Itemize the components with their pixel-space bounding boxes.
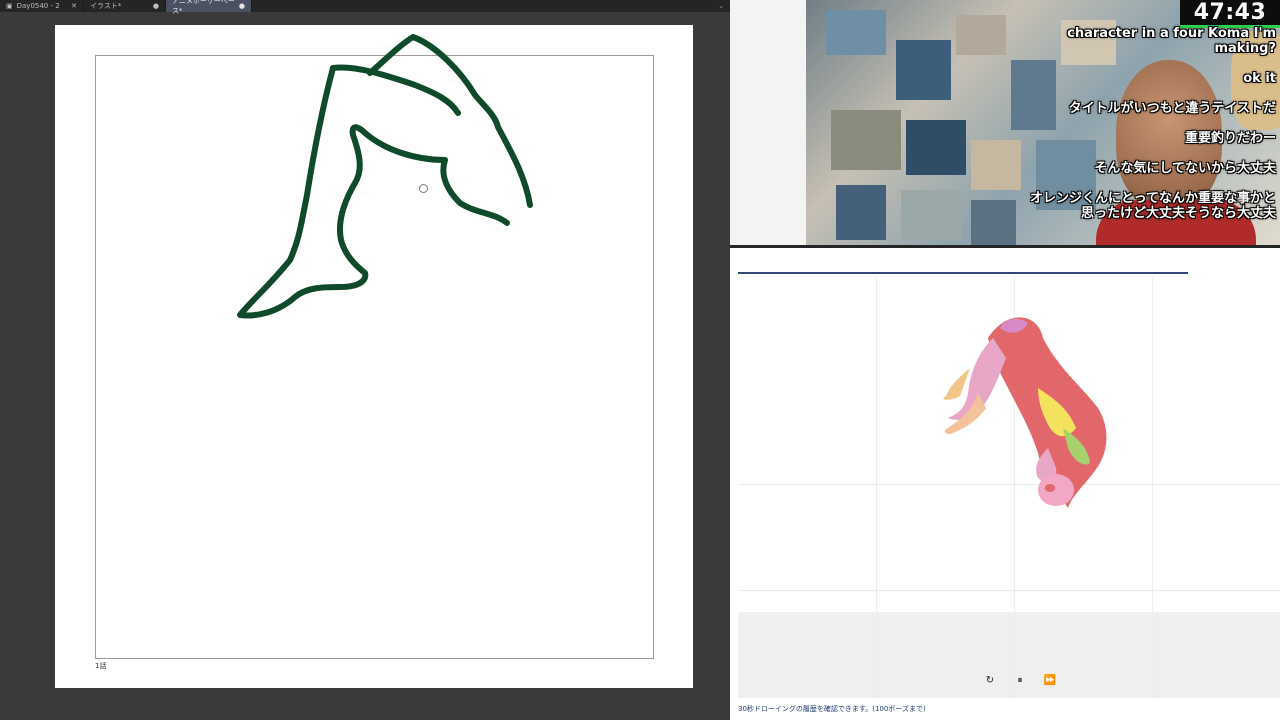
drawing-canvas[interactable]: 1話 xyxy=(55,25,693,688)
document-tab-bar: ▣ Day0540 - 2 ✕ イラスト* ● アニメポーザーベース* ● ⌄ xyxy=(0,0,730,15)
sketch-strokes xyxy=(237,34,533,319)
chat-comment: 重要釣りだわー xyxy=(1184,131,1276,146)
tab-anime-poser-base[interactable]: アニメポーザーベース* ● xyxy=(166,0,252,15)
wall-photo xyxy=(971,140,1021,190)
wall-photo xyxy=(906,120,966,175)
chat-comment: オレンジくんにとってなんか重要な事かと思ったけど大丈夫そうなら大丈夫 xyxy=(1030,191,1276,221)
pause-icon[interactable]: ⏸ xyxy=(1013,673,1027,687)
wall-photo xyxy=(836,185,886,240)
screen: ▣ Day0540 - 2 ✕ イラスト* ● アニメポーザーベース* ● ⌄ xyxy=(0,0,1280,720)
playback-controls: ↻ ⏸ ⏩ xyxy=(983,673,1057,687)
wall-photo xyxy=(956,15,1006,55)
chat-comment: タイトルがいつもと違うテイストだ xyxy=(1068,101,1276,116)
right-panel: 47:43 character in a four Koma I'm makin… xyxy=(730,0,1280,720)
stroke-leg-outer xyxy=(237,65,448,319)
chat-comments: character in a four Koma I'm making? ok … xyxy=(1026,26,1276,236)
tab-day0540[interactable]: ▣ Day0540 - 2 ✕ xyxy=(0,0,84,12)
tab-label: イラスト* xyxy=(90,2,122,10)
tab-label: アニメポーザーベース* xyxy=(172,0,235,15)
stroke-knee xyxy=(367,34,533,208)
restart-icon[interactable]: ↻ xyxy=(983,673,997,687)
wall-photo xyxy=(896,40,951,100)
drawing-app: ▣ Day0540 - 2 ✕ イラスト* ● アニメポーザーベース* ● ⌄ xyxy=(0,0,730,720)
wall-photo xyxy=(971,200,1016,246)
document-icon: ▣ xyxy=(6,2,13,10)
chat-comment: ok it xyxy=(1243,71,1276,86)
tab-label: Day0540 - 2 xyxy=(16,2,60,10)
pose-viewer[interactable]: ↻ ⏸ ⏩ xyxy=(738,278,1280,698)
tab-illust[interactable]: イラスト* ● xyxy=(84,0,166,12)
chat-comment: character in a four Koma I'm making? xyxy=(1067,26,1276,56)
stream-timer: 47:43 xyxy=(1180,0,1280,28)
fast-forward-icon[interactable]: ⏩ xyxy=(1043,673,1057,687)
viewer-footnote: 30秒ドローイングの履歴を確認できます。(100ポーズまで) xyxy=(738,705,926,713)
divider xyxy=(730,245,1280,248)
anatomy-model xyxy=(943,317,1107,508)
wall-photo xyxy=(831,110,901,170)
progress-line xyxy=(738,272,1188,274)
unsaved-dot-icon: ● xyxy=(238,2,245,10)
stroke-thigh-top xyxy=(330,64,461,116)
unsaved-dot-icon: ● xyxy=(152,2,159,10)
close-icon[interactable]: ✕ xyxy=(71,2,77,10)
chevron-down-icon[interactable]: ⌄ xyxy=(718,0,730,12)
page-label: 1話 xyxy=(95,662,107,670)
wall-photo xyxy=(901,190,961,240)
wall-photo xyxy=(826,10,886,55)
stroke-calf xyxy=(440,157,510,226)
brush-cursor-icon xyxy=(419,184,428,193)
chat-comment: そんな気にしてないから大丈夫 xyxy=(1094,161,1276,176)
